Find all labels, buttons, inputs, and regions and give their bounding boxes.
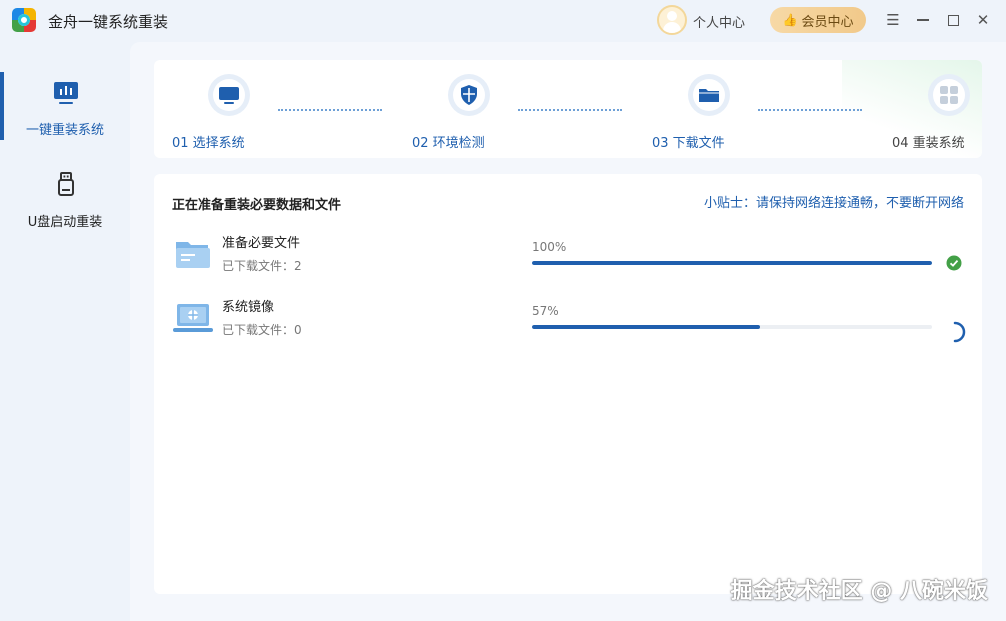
maximize-button[interactable] bbox=[941, 8, 965, 32]
personal-center-link[interactable]: 个人中心 bbox=[693, 12, 745, 31]
system-image-icon bbox=[173, 304, 213, 332]
step-environment-check: 02 环境检测 bbox=[412, 74, 532, 151]
monitor-chart-icon bbox=[54, 82, 78, 104]
minimize-icon bbox=[917, 19, 929, 21]
sidebar-item-label: U盘启动重装 bbox=[27, 215, 103, 230]
monitor-icon bbox=[219, 87, 239, 104]
sidebar: 一键重装系统 U盘启动重装 bbox=[0, 42, 130, 621]
sidebar-item-label: 一键重装系统 bbox=[25, 123, 104, 138]
check-circle-icon bbox=[946, 255, 962, 271]
step-label: 01 选择系统 bbox=[172, 136, 245, 151]
step-download-files: 03 下载文件 bbox=[652, 74, 772, 151]
task-row: 准备必要文件 已下载文件：2 100% bbox=[154, 230, 982, 280]
shield-icon bbox=[461, 85, 477, 105]
watermark: 掘金技术社区 @ 八碗米饭 bbox=[730, 579, 988, 604]
task-name: 系统镜像 bbox=[222, 300, 275, 315]
progress-bar bbox=[532, 261, 932, 265]
usb-drive-icon bbox=[58, 172, 74, 196]
step-label: 02 环境检测 bbox=[412, 136, 485, 151]
progress-bar-fill bbox=[532, 325, 760, 329]
task-name: 准备必要文件 bbox=[222, 236, 301, 251]
tip-text: 小贴士：请保持网络连接通畅，不要断开网络 bbox=[703, 196, 964, 211]
avatar[interactable] bbox=[657, 5, 687, 35]
maximize-icon bbox=[947, 14, 959, 26]
section-title: 正在准备重装必要数据和文件 bbox=[172, 198, 342, 213]
file-folder-icon bbox=[176, 242, 210, 268]
step-label: 04 重装系统 bbox=[892, 136, 965, 151]
thumbs-up-icon: 👍 bbox=[782, 13, 798, 27]
step-select-system: 01 选择系统 bbox=[172, 74, 292, 151]
task-downloaded-count: 已下载文件：2 bbox=[222, 259, 302, 273]
close-icon: ✕ bbox=[976, 11, 990, 29]
app-title: 金舟一键系统重装 bbox=[48, 13, 169, 31]
vip-center-label: 会员中心 bbox=[801, 14, 854, 30]
minimize-button[interactable] bbox=[911, 8, 935, 32]
main-panel: 01 选择系统 02 环境检测 03 下载文件 04 重装系统 正在准备重装必要… bbox=[130, 42, 1006, 621]
steps-progress: 01 选择系统 02 环境检测 03 下载文件 04 重装系统 bbox=[154, 60, 982, 158]
task-percent: 57% bbox=[532, 304, 559, 318]
vip-center-button[interactable]: 👍 会员中心 bbox=[770, 7, 866, 33]
loading-spinner-icon bbox=[953, 321, 966, 343]
sidebar-item-one-click-reinstall[interactable]: 一键重装系统 bbox=[0, 72, 130, 152]
app-window: 金舟一键系统重装 个人中心 👍 会员中心 ☰ ✕ 一键重装系统 U盘启动重装 0… bbox=[0, 0, 1006, 621]
task-percent: 100% bbox=[532, 240, 567, 254]
step-reinstall-system: 04 重装系统 bbox=[892, 74, 982, 151]
task-downloaded-count: 已下载文件：0 bbox=[222, 323, 302, 337]
menu-button[interactable]: ☰ bbox=[881, 8, 905, 32]
hamburger-icon: ☰ bbox=[886, 11, 900, 29]
title-bar: 金舟一键系统重装 个人中心 👍 会员中心 ☰ ✕ bbox=[0, 0, 1006, 40]
step-connector bbox=[758, 109, 862, 111]
download-progress-card: 正在准备重装必要数据和文件 小贴士：请保持网络连接通畅，不要断开网络 准备必要文… bbox=[154, 174, 982, 594]
progress-bar bbox=[532, 325, 932, 329]
step-connector bbox=[518, 109, 622, 111]
app-logo-icon bbox=[12, 8, 36, 32]
task-row: 系统镜像 已下载文件：0 57% bbox=[154, 294, 982, 344]
folder-icon bbox=[699, 89, 719, 102]
windows-grid-icon bbox=[940, 86, 958, 104]
progress-bar-fill bbox=[532, 261, 932, 265]
step-label: 03 下载文件 bbox=[652, 136, 725, 151]
close-button[interactable]: ✕ bbox=[971, 8, 995, 32]
sidebar-item-usb-reinstall[interactable]: U盘启动重装 bbox=[0, 167, 130, 247]
step-connector bbox=[278, 109, 382, 111]
